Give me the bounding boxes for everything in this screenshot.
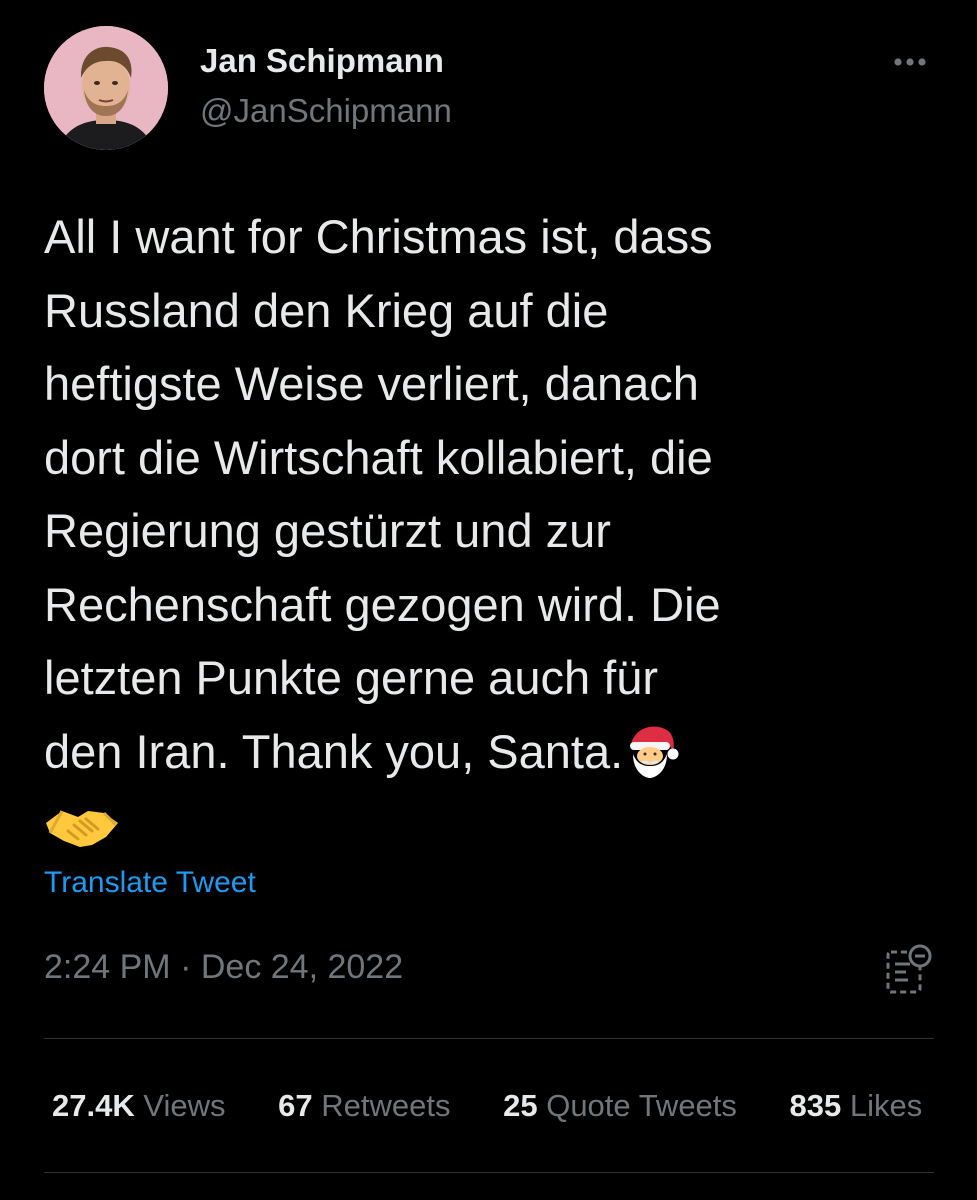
tweet-line: letzten Punkte gerne auch für	[44, 651, 659, 704]
more-horizontal-icon	[894, 58, 926, 66]
divider	[44, 1038, 934, 1039]
tweet-line: All I want for Christmas ist, dass	[44, 210, 713, 263]
tweet-line: heftigste Weise verliert, danach	[44, 357, 699, 410]
quote-tweets-label: Quote Tweets	[546, 1088, 737, 1123]
likes-label: Likes	[849, 1088, 923, 1123]
tweet-timestamp[interactable]: 2:24 PM · Dec 24, 2022	[44, 948, 403, 987]
analytics-button[interactable]	[884, 942, 934, 996]
more-options-button[interactable]	[880, 40, 940, 84]
divider	[44, 1172, 934, 1173]
tweet-line: Rechenschaft gezogen wird. Die	[44, 577, 721, 631]
tweet-date: Dec 24, 2022	[200, 948, 404, 986]
retweets-stat[interactable]: 67 Retweets	[278, 1088, 450, 1124]
santa-emoji	[623, 720, 681, 799]
tweet-line: Russland den Krieg auf die	[44, 283, 609, 337]
retweets-label: Retweets	[321, 1088, 451, 1123]
tweet-line: Regierung gestürzt und zur	[44, 504, 611, 557]
tweet-line-text: den Iran. Thank you, Santa.	[44, 724, 624, 778]
quote-tweets-stat[interactable]: 25 Quote Tweets	[503, 1088, 737, 1124]
translate-tweet-link[interactable]: Translate Tweet	[44, 866, 256, 900]
likes-count: 835	[789, 1088, 842, 1123]
analytics-icon	[886, 944, 932, 994]
likes-stat[interactable]: 835 Likes	[790, 1088, 923, 1124]
views-label: Views	[143, 1088, 226, 1123]
quote-tweets-count: 25	[503, 1088, 538, 1123]
tweet-line-emoji	[44, 788, 944, 862]
tweet-time: 2:24 PM	[44, 948, 171, 986]
retweets-count: 67	[278, 1088, 313, 1123]
stats-bar: 27.4K Views 67 Retweets 25 Quote Tweets …	[52, 1088, 977, 1128]
author-name[interactable]: Jan Schipmann	[200, 42, 444, 80]
tweet-line-with-emoji: den Iran. Thank you, Santa.	[44, 715, 944, 789]
tweet-text: All I want for Christmas ist, dass Russl…	[44, 200, 944, 862]
tweet-line: dort die Wirtschaft kollabiert, die	[44, 430, 713, 484]
views-count: 27.4K	[52, 1088, 135, 1123]
handshake-emoji	[44, 798, 120, 872]
avatar[interactable]	[44, 26, 168, 150]
meta-separator: ·	[180, 948, 192, 986]
profile-photo	[44, 26, 168, 150]
views-stat[interactable]: 27.4K Views	[52, 1088, 226, 1124]
author-handle[interactable]: @JanSchipmann	[200, 92, 452, 130]
